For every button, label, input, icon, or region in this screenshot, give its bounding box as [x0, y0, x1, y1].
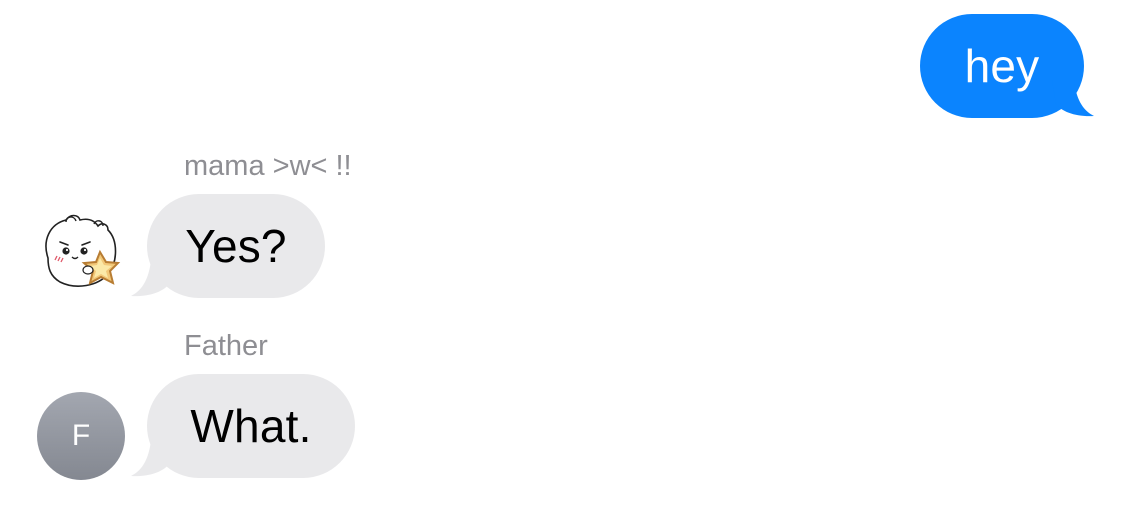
- sender-name: mama >w< !!: [184, 150, 352, 182]
- message-text: Yes?: [185, 220, 287, 272]
- message-text: What.: [190, 400, 312, 452]
- hamster-sticker-icon: [45, 214, 121, 287]
- message-bubble-incoming[interactable]: Yes?: [147, 194, 325, 298]
- message-bubble-incoming[interactable]: What.: [147, 374, 355, 478]
- avatar-initial: F: [71, 419, 91, 452]
- bubble-tail-incoming: [131, 260, 173, 297]
- avatar[interactable]: [36, 210, 130, 296]
- bubble-tail-incoming: [131, 440, 173, 477]
- bubble-tail-outgoing: [1052, 80, 1094, 117]
- sender-name: Father: [184, 330, 268, 362]
- message-text: hey: [964, 40, 1040, 92]
- avatar[interactable]: F: [37, 392, 125, 480]
